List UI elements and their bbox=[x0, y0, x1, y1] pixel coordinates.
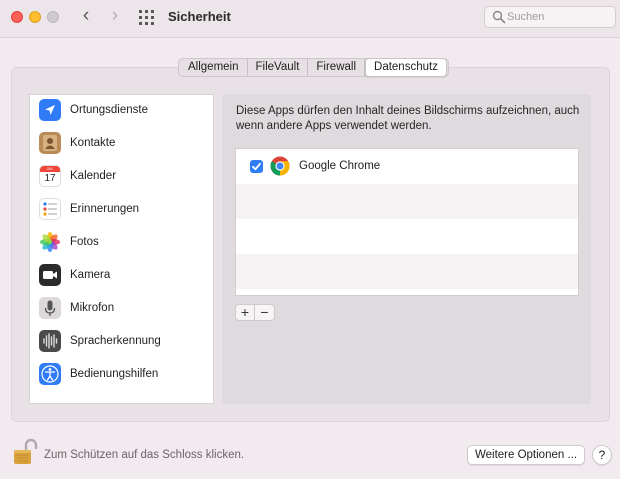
empty-row bbox=[236, 184, 578, 219]
sidebar-item-kamera[interactable]: Kamera bbox=[30, 260, 213, 293]
close-window-button[interactable] bbox=[11, 11, 23, 23]
zoom-window-button[interactable] bbox=[47, 11, 59, 23]
sidebar-item-label: Mikrofon bbox=[70, 302, 115, 314]
show-all-button[interactable] bbox=[139, 10, 155, 26]
camera-icon bbox=[39, 264, 61, 286]
calendar-icon: JUL 17 bbox=[39, 165, 61, 187]
reminders-list-icon bbox=[39, 198, 61, 220]
sidebar-item-label: Fotos bbox=[70, 236, 99, 248]
location-arrow-icon bbox=[39, 99, 61, 121]
sidebar-item-label: Erinnerungen bbox=[70, 203, 140, 215]
permission-description: Diese Apps dürfen den Inhalt deines Bild… bbox=[236, 105, 580, 132]
forward-button[interactable]: › bbox=[104, 5, 126, 29]
chevron-right-icon: › bbox=[111, 5, 119, 26]
app-checkbox[interactable] bbox=[250, 160, 263, 173]
sidebar-item-label: Kontakte bbox=[70, 137, 116, 149]
chevron-left-icon: ‹ bbox=[82, 5, 90, 26]
sidebar-item-kalender[interactable]: JUL 17 Kalender bbox=[30, 161, 213, 194]
sidebar-item-label: Bedienungshilfen bbox=[70, 368, 159, 380]
padlock-open-icon[interactable] bbox=[12, 438, 38, 466]
tab-allgemein[interactable]: Allgemein bbox=[180, 59, 248, 76]
app-name: Google Chrome bbox=[299, 160, 381, 172]
waveform-icon bbox=[39, 330, 61, 352]
checkmark-icon bbox=[252, 162, 261, 171]
add-remove-control: + − bbox=[235, 304, 275, 321]
sidebar-item-bedienungshilfen[interactable]: Bedienungshilfen bbox=[30, 359, 213, 392]
empty-row bbox=[236, 254, 578, 289]
sidebar-item-label: Kamera bbox=[70, 269, 111, 281]
chrome-icon bbox=[270, 156, 290, 176]
advanced-options-button[interactable]: Weitere Optionen ... bbox=[467, 445, 585, 465]
magnifier-icon bbox=[492, 10, 506, 24]
window-title: Sicherheit bbox=[168, 9, 231, 24]
help-button[interactable]: ? bbox=[592, 445, 612, 465]
sidebar-item-spracherkennung[interactable]: Spracherkennung bbox=[30, 326, 213, 359]
empty-row bbox=[236, 219, 578, 254]
remove-app-button[interactable]: − bbox=[255, 305, 274, 320]
calendar-day: 17 bbox=[44, 173, 56, 184]
sidebar-item-label: Kalender bbox=[70, 170, 117, 182]
sidebar-item-fotos[interactable]: Fotos bbox=[30, 227, 213, 260]
privacy-category-list: Ortungsdienste Kontakte JUL 17 Kalender … bbox=[29, 94, 214, 404]
tab-firewall[interactable]: Firewall bbox=[308, 59, 366, 76]
search-input[interactable] bbox=[507, 9, 611, 25]
sidebar-item-label: Ortungsdienste bbox=[70, 104, 148, 116]
app-row[interactable]: Google Chrome bbox=[236, 149, 578, 184]
sidebar-item-mikrofon[interactable]: Mikrofon bbox=[30, 293, 213, 326]
tab-bar: Allgemein FileVault Firewall Datenschutz bbox=[178, 58, 449, 77]
microphone-icon bbox=[39, 297, 61, 319]
back-button[interactable]: ‹ bbox=[75, 5, 97, 29]
sidebar-item-erinnerungen[interactable]: Erinnerungen bbox=[30, 194, 213, 227]
title-bar: ‹ › Sicherheit bbox=[0, 0, 620, 38]
lock-hint-text: Zum Schützen auf das Schloss klicken. bbox=[44, 449, 245, 461]
search-field[interactable] bbox=[484, 6, 616, 28]
app-list: Google Chrome bbox=[235, 148, 579, 296]
tab-filevault[interactable]: FileVault bbox=[248, 59, 309, 76]
add-app-button[interactable]: + bbox=[236, 305, 255, 320]
photos-flower-icon bbox=[39, 231, 61, 253]
tab-datenschutz[interactable]: Datenschutz bbox=[365, 58, 447, 77]
minimize-window-button[interactable] bbox=[29, 11, 41, 23]
sidebar-item-ortungsdienste[interactable]: Ortungsdienste bbox=[30, 95, 213, 128]
sidebar-item-kontakte[interactable]: Kontakte bbox=[30, 128, 213, 161]
contacts-book-icon bbox=[39, 132, 61, 154]
sidebar-item-label: Spracherkennung bbox=[70, 335, 161, 347]
accessibility-icon bbox=[39, 363, 61, 385]
